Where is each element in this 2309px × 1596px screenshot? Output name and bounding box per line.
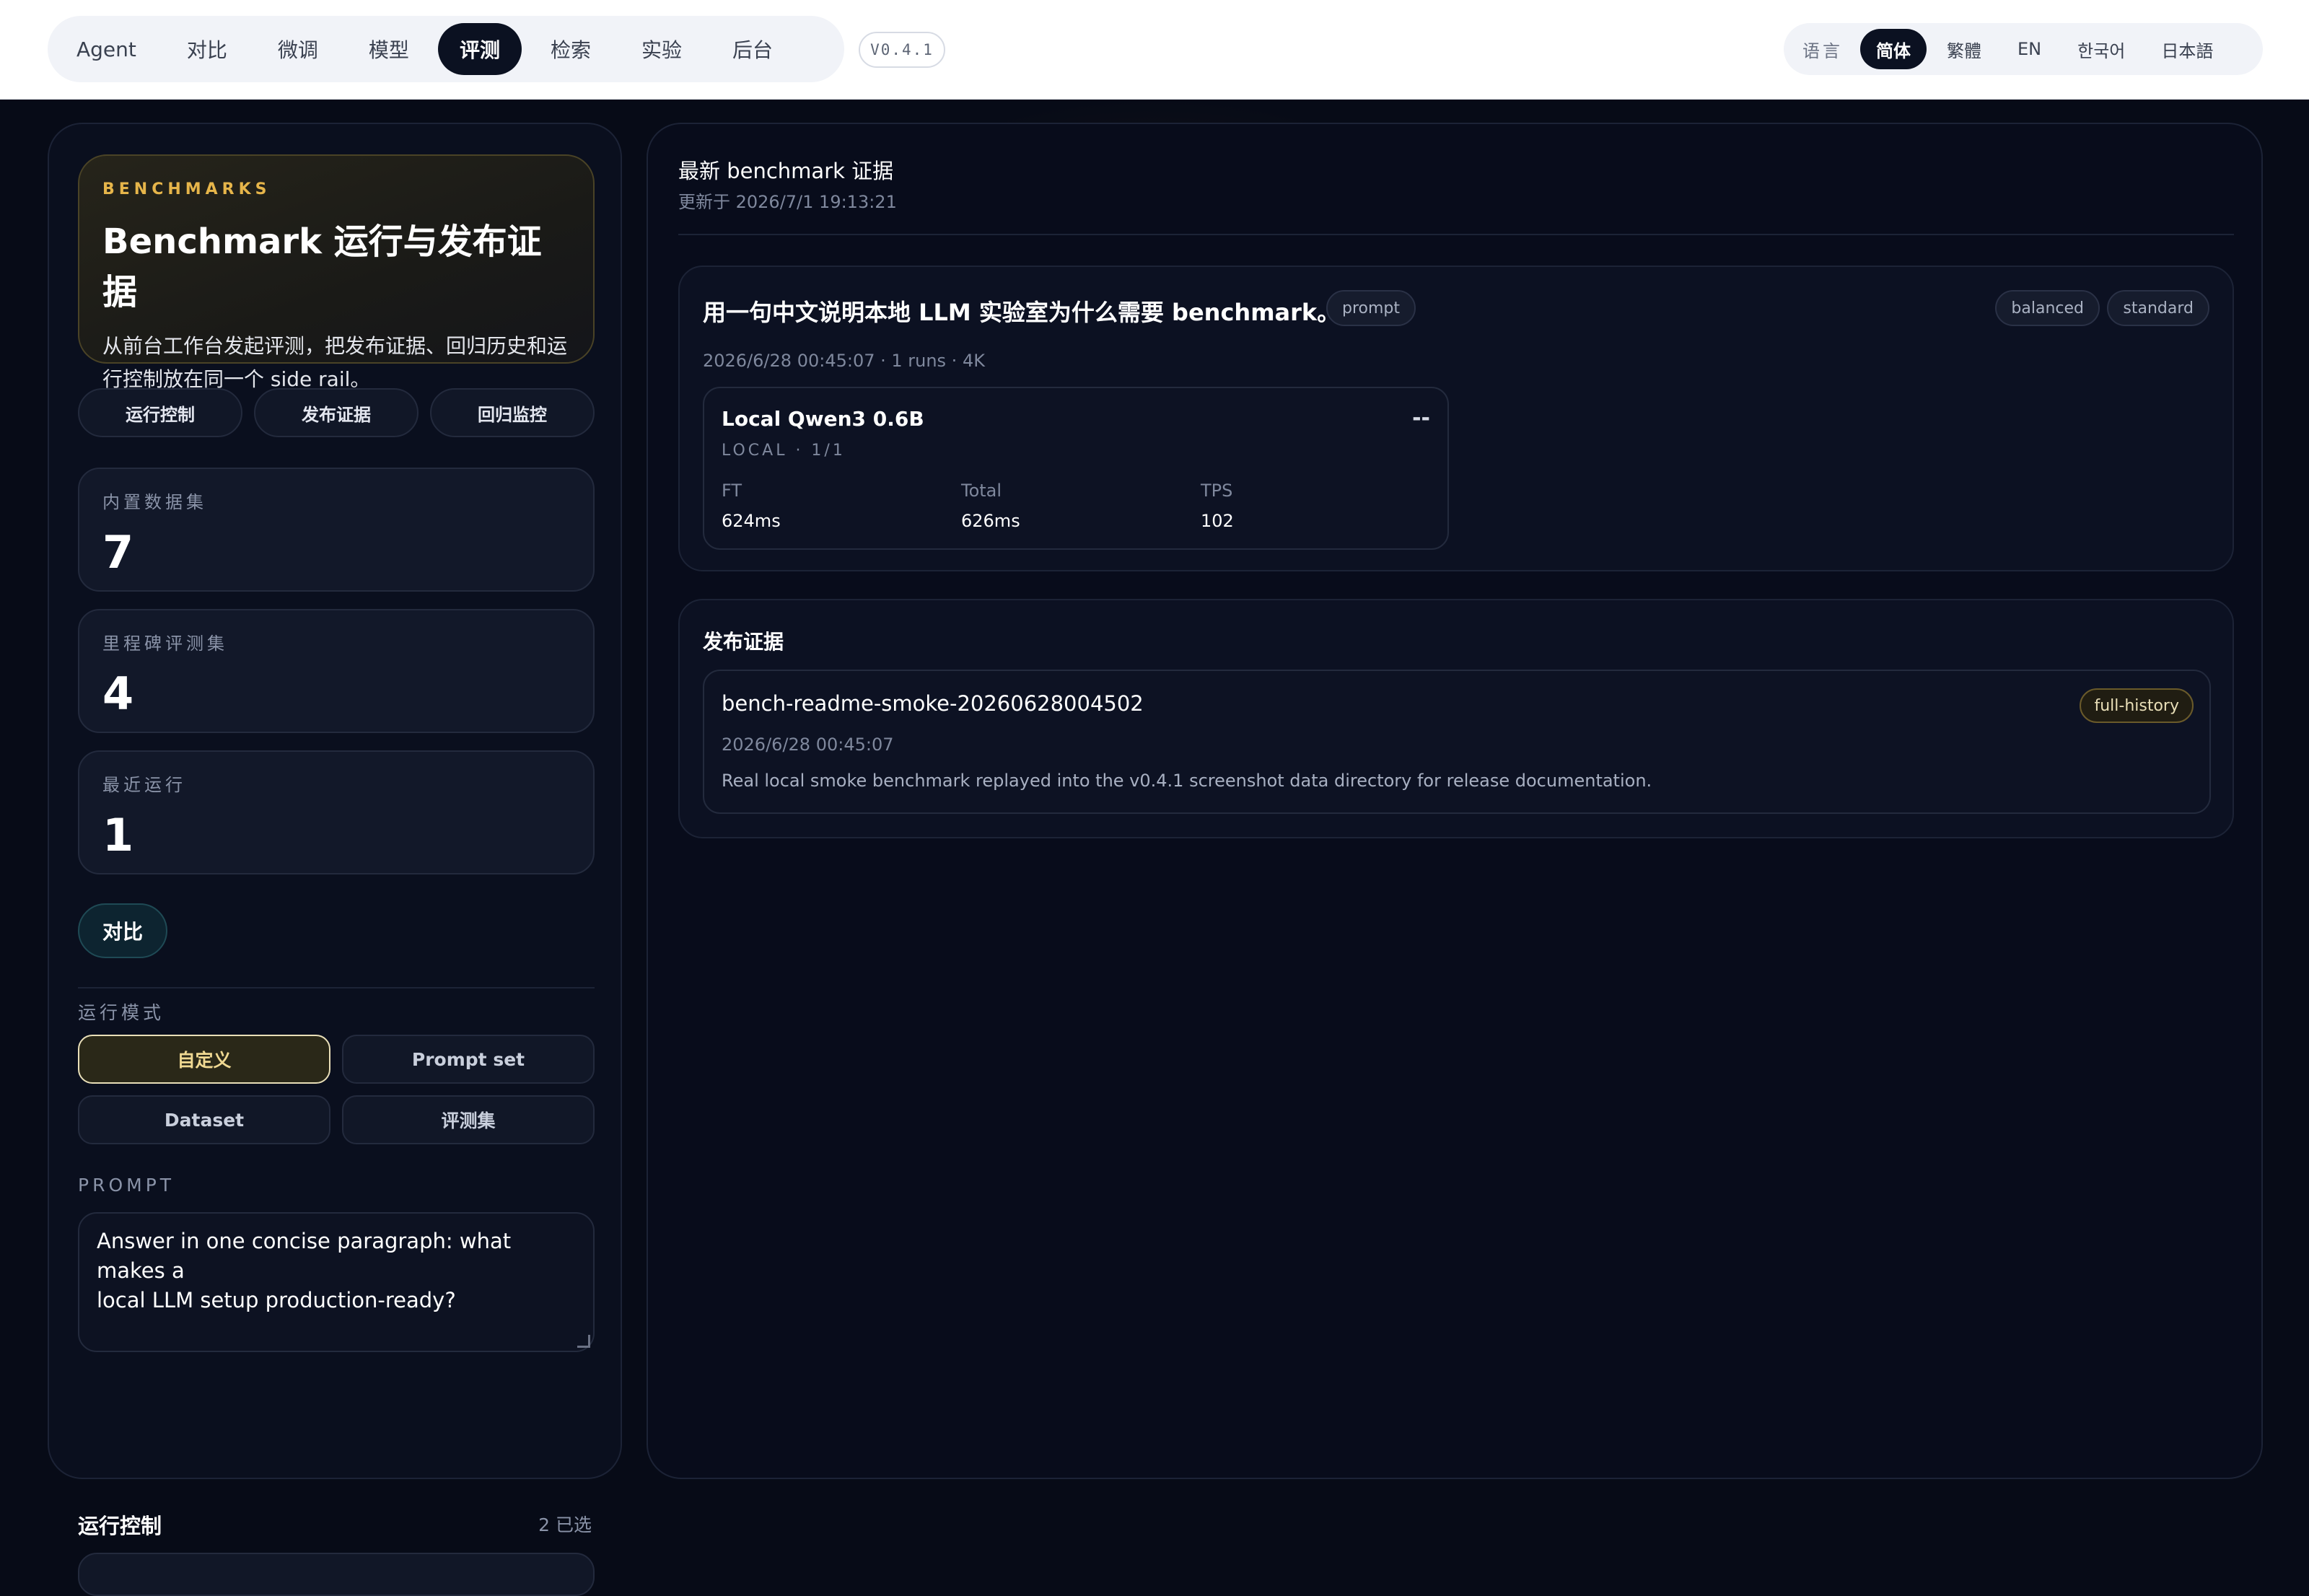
evidence-description: Real local smoke benchmark replayed into… — [722, 771, 1652, 791]
nav-item-agent[interactable]: Agent — [55, 23, 158, 75]
prompt-text-line: local LLM setup production-ready? — [97, 1288, 456, 1312]
language-label: 语言 — [1802, 40, 1843, 61]
hero-description: 从前台工作台发起评测，把发布证据、回归历史和运 行控制放在同一个 side ra… — [102, 330, 570, 396]
question-meta: 2026/6/28 00:45:07 · 1 runs · 4K — [703, 351, 985, 371]
evidence-name: bench-readme-smoke-20260628004502 — [722, 691, 1144, 716]
stat-milestone-suites: 里程碑评测集 4 — [78, 609, 595, 733]
metric-value: 626ms — [961, 511, 1020, 531]
run-control-list — [78, 1553, 595, 1596]
section-divider — [78, 987, 595, 988]
metric-value: 102 — [1201, 511, 1234, 531]
nav-item-compare[interactable]: 对比 — [165, 23, 249, 75]
stat-recent-runs: 最近运行 1 — [78, 750, 595, 874]
nav-item-retrieval[interactable]: 检索 — [529, 23, 613, 75]
mode-custom-button[interactable]: 自定义 — [78, 1035, 330, 1084]
model-name: Local Qwen3 0.6B — [722, 407, 924, 431]
question-title: 用一句中文说明本地 LLM 实验室为什么需要 benchmark。 — [703, 299, 1341, 326]
tab-release-evidence[interactable]: 发布证据 — [254, 388, 419, 437]
lang-option-simplified[interactable]: 简体 — [1860, 29, 1927, 69]
metric-label: TPS — [1201, 481, 1233, 501]
run-control-count: 2 已选 — [538, 1514, 592, 1535]
hero-eyebrow: BENCHMARKS — [102, 180, 271, 198]
tab-run-control[interactable]: 运行控制 — [78, 388, 242, 437]
prompt-text-line: Answer in one concise paragraph: what ma… — [97, 1229, 512, 1283]
benchmark-side-rail: BENCHMARKS Benchmark 运行与发布证据 从前台工作台发起评测，… — [48, 123, 622, 1596]
evidence-item[interactable]: bench-readme-smoke-20260628004502 full-h… — [703, 670, 2211, 814]
nav-item-admin[interactable]: 后台 — [711, 23, 794, 75]
metric-label: Total — [961, 481, 1002, 501]
language-switcher: 语言 简体 繁體 EN 한국어 日本語 — [1784, 23, 2263, 75]
side-rail-tabs: 运行控制 发布证据 回归监控 — [78, 388, 595, 437]
nav-item-finetune[interactable]: 微调 — [256, 23, 340, 75]
hero-title: Benchmark 运行与发布证据 — [102, 222, 542, 312]
metric-tps: TPS 102 — [1201, 481, 1234, 531]
top-navigation-bar: Agent 对比 微调 模型 评测 检索 实验 后台 V0.4.1 语言 简体 … — [0, 0, 2309, 100]
benchmark-evidence-panel: 最新 benchmark 证据 更新于 2026/7/1 19:13:21 用一… — [647, 123, 2263, 1479]
lang-option-traditional[interactable]: 繁體 — [1931, 29, 1997, 69]
metric-label: FT — [722, 481, 742, 501]
prompt-label: PROMPT — [78, 1175, 175, 1196]
compare-button[interactable]: 对比 — [78, 903, 167, 958]
tab-regression-monitor[interactable]: 回归监控 — [430, 388, 595, 437]
hero-card: BENCHMARKS Benchmark 运行与发布证据 从前台工作台发起评测，… — [78, 154, 595, 391]
evidence-date: 2026/6/28 00:45:07 — [722, 735, 894, 755]
release-evidence-card: 发布证据 bench-readme-smoke-20260628004502 f… — [678, 599, 2234, 838]
release-evidence-title: 发布证据 — [703, 630, 784, 654]
stat-value: 7 — [102, 526, 134, 579]
prompt-textarea[interactable]: Answer in one concise paragraph: what ma… — [78, 1212, 595, 1352]
run-mode-label: 运行模式 — [78, 1002, 165, 1023]
metric-value: 624ms — [722, 511, 781, 531]
tag-standard: standard — [2107, 290, 2209, 326]
evidence-tag: full-history — [2080, 688, 2194, 723]
metric-first-token: FT 624ms — [722, 481, 781, 531]
main-nav: Agent 对比 微调 模型 评测 检索 实验 后台 — [48, 16, 844, 82]
benchmark-question-card: 用一句中文说明本地 LLM 实验室为什么需要 benchmark。 prompt… — [678, 266, 2234, 571]
lang-option-english[interactable]: EN — [2002, 29, 2057, 69]
mode-eval-suite-button[interactable]: 评测集 — [342, 1095, 595, 1144]
metric-total: Total 626ms — [961, 481, 1020, 531]
lang-option-japanese[interactable]: 日本語 — [2145, 29, 2229, 69]
panel-divider — [678, 234, 2234, 235]
model-source: LOCAL · 1/1 — [722, 442, 846, 460]
nav-item-models[interactable]: 模型 — [347, 23, 431, 75]
latest-evidence-title: 最新 benchmark 证据 — [678, 159, 894, 183]
run-control-title: 运行控制 — [78, 1514, 162, 1538]
model-result-card[interactable]: Local Qwen3 0.6B -- LOCAL · 1/1 FT 624ms… — [703, 387, 1449, 550]
resize-handle-icon[interactable] — [577, 1335, 590, 1348]
nav-item-evaluation[interactable]: 评测 — [437, 23, 522, 75]
stat-label: 内置数据集 — [102, 492, 207, 512]
type-tag: prompt — [1326, 290, 1416, 326]
stat-value: 1 — [102, 809, 134, 861]
stat-label: 里程碑评测集 — [102, 633, 228, 654]
tag-balanced: balanced — [1995, 290, 2100, 326]
hero-description-line: 从前台工作台发起评测，把发布证据、回归历史和运 — [102, 334, 568, 358]
version-badge: V0.4.1 — [859, 32, 945, 68]
model-status: -- — [1412, 405, 1430, 431]
stat-label: 最近运行 — [102, 775, 186, 795]
mode-dataset-button[interactable]: Dataset — [78, 1095, 330, 1144]
stat-builtin-datasets: 内置数据集 7 — [78, 468, 595, 592]
lang-option-korean[interactable]: 한국어 — [2062, 29, 2141, 69]
mode-prompt-set-button[interactable]: Prompt set — [342, 1035, 595, 1084]
nav-item-experiments[interactable]: 实验 — [620, 23, 704, 75]
latest-updated-time: 更新于 2026/7/1 19:13:21 — [678, 192, 897, 212]
stat-value: 4 — [102, 667, 134, 720]
